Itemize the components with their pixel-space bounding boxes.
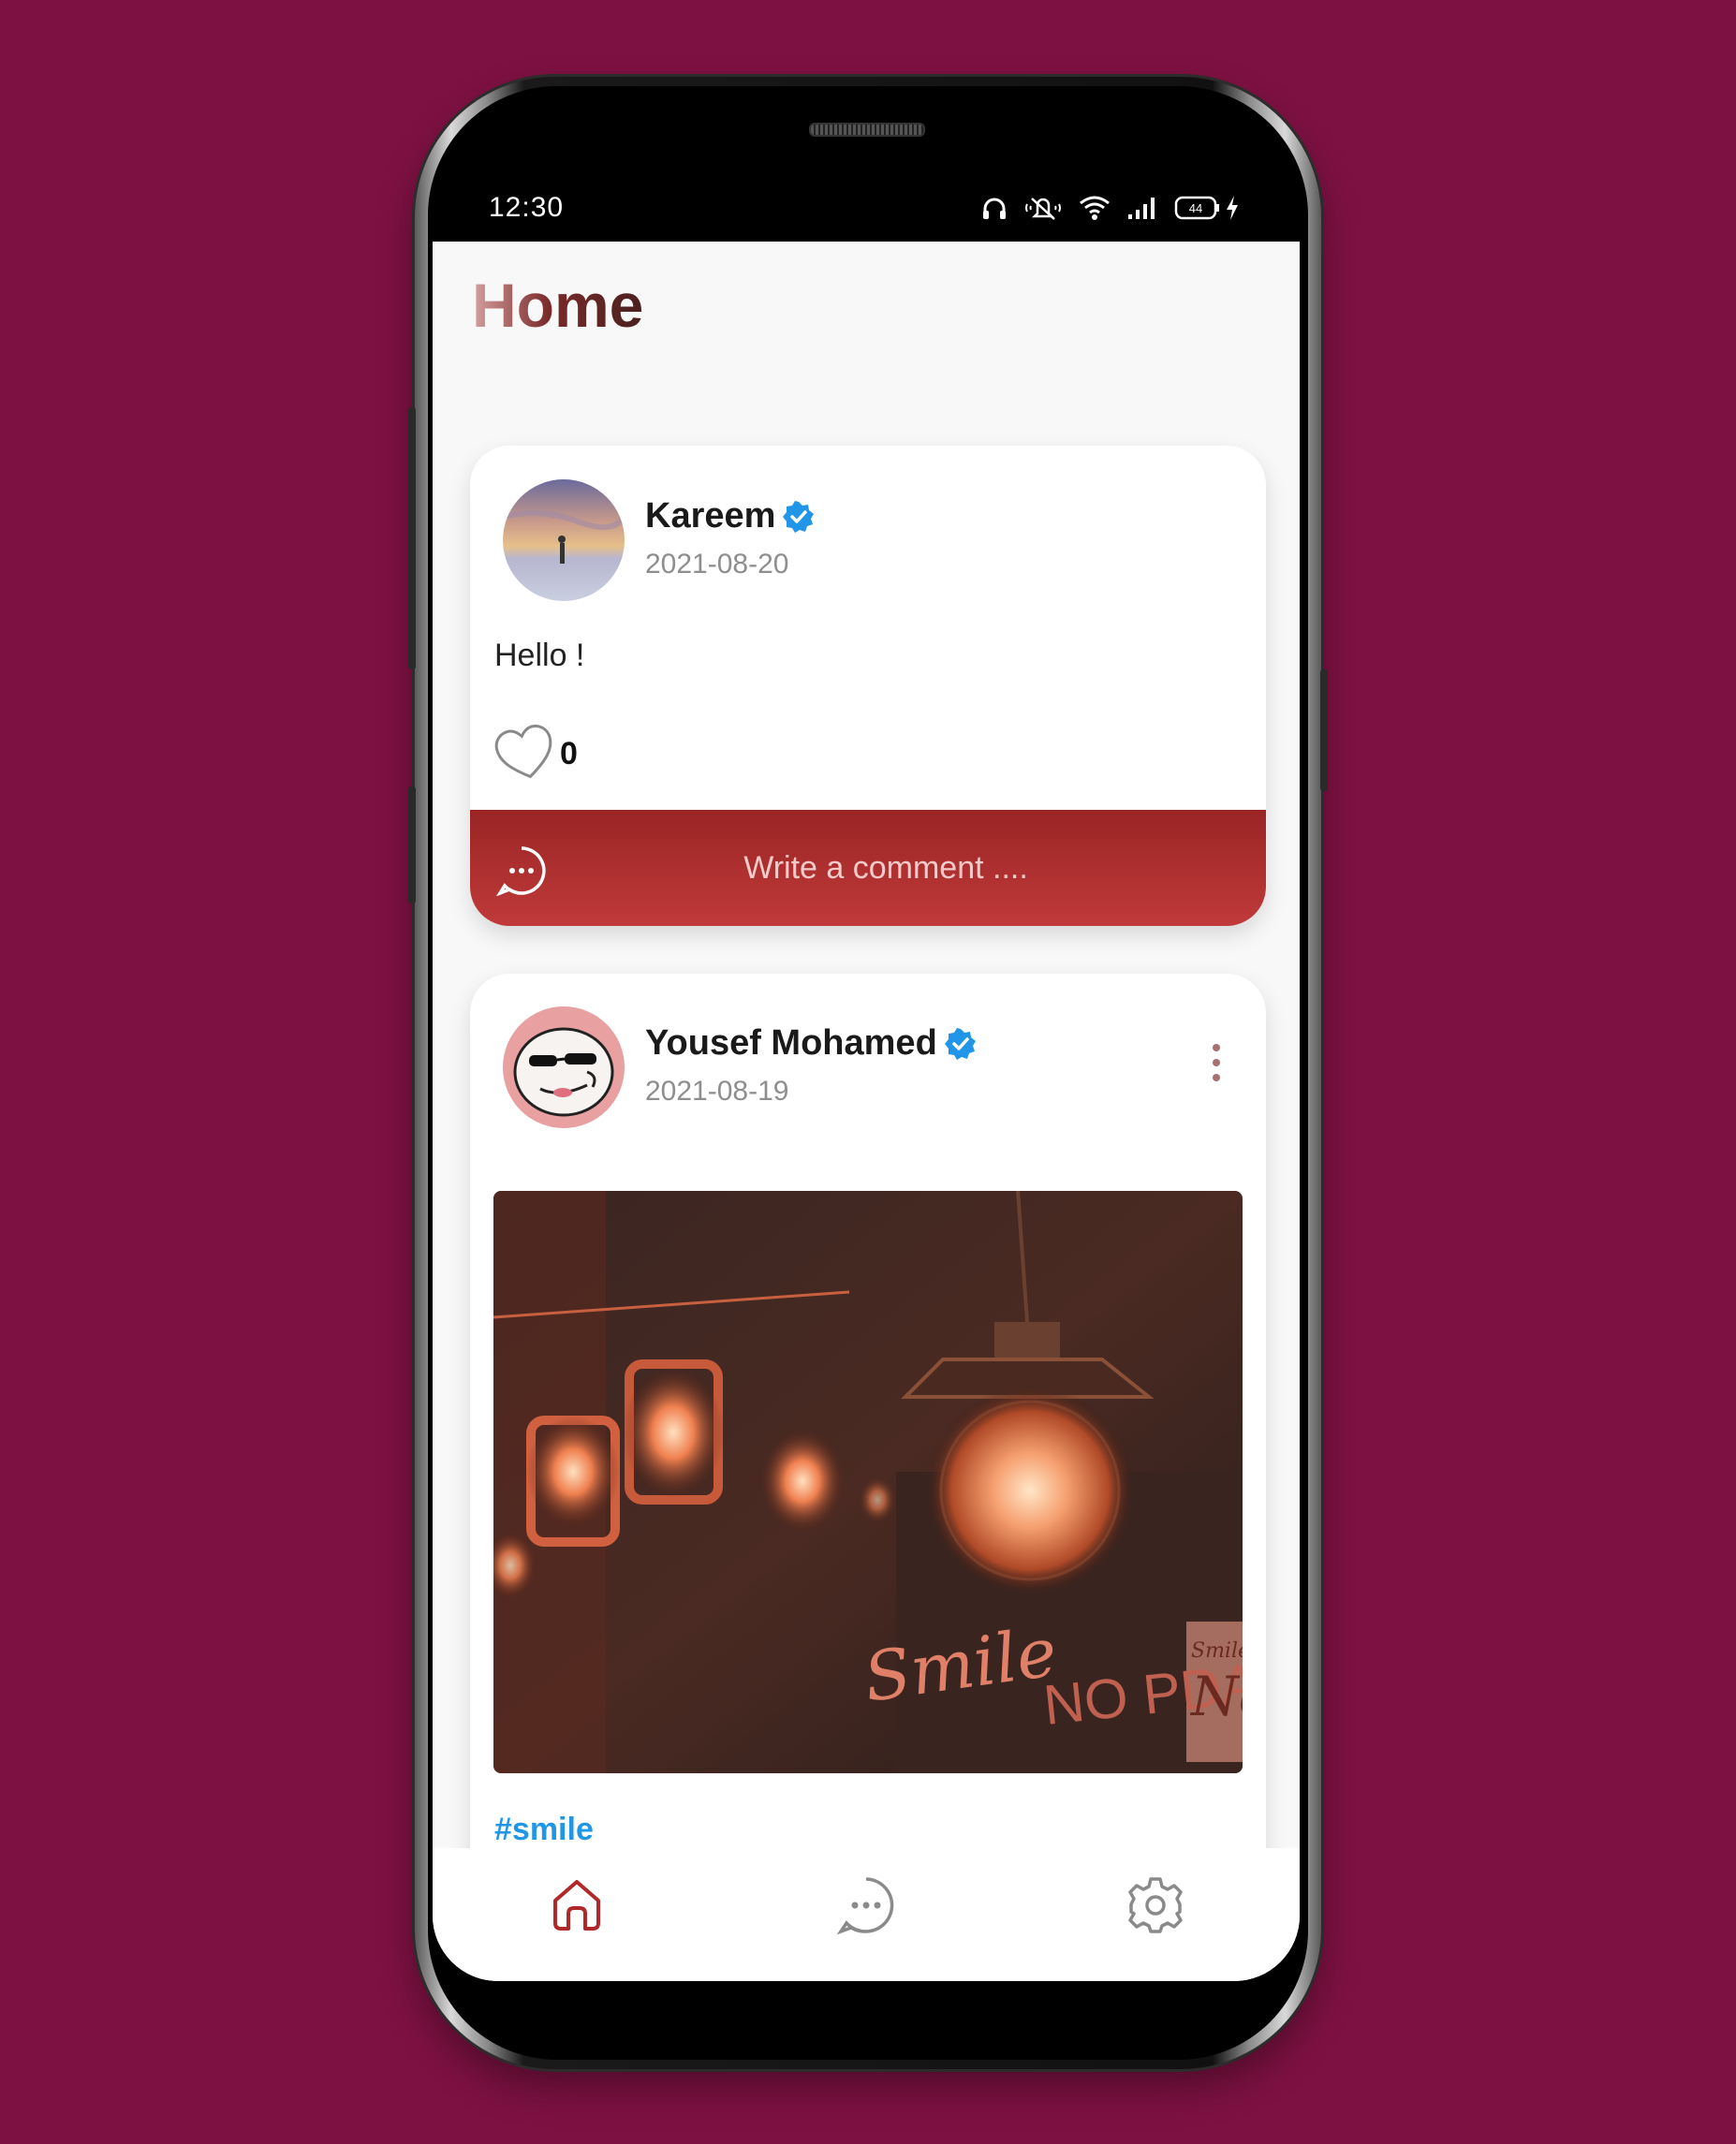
nav-chat[interactable] <box>833 1872 899 1938</box>
image-sign-small: Smile <box>1191 1639 1243 1663</box>
post-date: 2021-08-20 <box>645 549 789 580</box>
post-author[interactable]: Kareem <box>645 496 815 536</box>
more-options-icon[interactable] <box>1213 1044 1220 1081</box>
author-name: Yousef Mohamed <box>645 1023 937 1063</box>
power-button <box>1320 669 1328 791</box>
battery-icon: 44 <box>1174 196 1219 220</box>
avatar[interactable] <box>503 1006 625 1128</box>
headphones-icon <box>983 198 1006 219</box>
comment-bar <box>470 810 1266 926</box>
chat-icon <box>836 1877 894 1935</box>
comment-input[interactable] <box>470 848 1266 888</box>
verified-icon <box>783 500 815 533</box>
home-icon <box>553 1880 601 1931</box>
heart-icon[interactable] <box>494 725 556 783</box>
post-card: Yousef Mohamed 2021-08-19 Smile NO PDA S… <box>470 974 1266 1981</box>
post-card: Kareem 2021-08-20 Hello ! 0 <box>470 446 1266 926</box>
signal-icon <box>1128 198 1155 219</box>
nav-settings[interactable] <box>1123 1872 1188 1938</box>
earpiece-speaker <box>809 123 925 137</box>
image-sign-no: No <box>1189 1665 1243 1728</box>
post-author[interactable]: Yousef Mohamed <box>645 1023 977 1064</box>
wifi-icon <box>1080 196 1110 220</box>
status-bar: 12:30 44 <box>433 174 1303 242</box>
settings-icon <box>1127 1877 1183 1933</box>
post-image[interactable]: Smile NO PDA Smile No <box>493 1191 1243 1773</box>
status-icons: 44 <box>981 195 1240 221</box>
hashtag-link[interactable]: #smile <box>494 1812 594 1848</box>
bottom-nav <box>433 1848 1300 1981</box>
nav-home[interactable] <box>544 1872 610 1938</box>
comment-icon <box>496 846 546 896</box>
volume-button <box>408 407 416 669</box>
charging-icon <box>1227 196 1238 220</box>
page-title: Home <box>472 271 644 340</box>
like-count: 0 <box>560 735 578 771</box>
like-row: 0 <box>494 725 578 783</box>
app-screen: Home Kareem 2021-08-20 Hello ! 0 Write a… <box>433 242 1300 1981</box>
post-date: 2021-08-19 <box>645 1076 789 1107</box>
side-button <box>408 786 416 903</box>
status-time: 12:30 <box>489 192 565 223</box>
avatar[interactable] <box>503 479 625 601</box>
battery-level: 44 <box>1189 201 1202 215</box>
post-text: Hello ! <box>494 638 585 673</box>
mute-icon <box>1025 198 1061 220</box>
verified-icon <box>944 1027 976 1060</box>
author-name: Kareem <box>645 496 776 536</box>
